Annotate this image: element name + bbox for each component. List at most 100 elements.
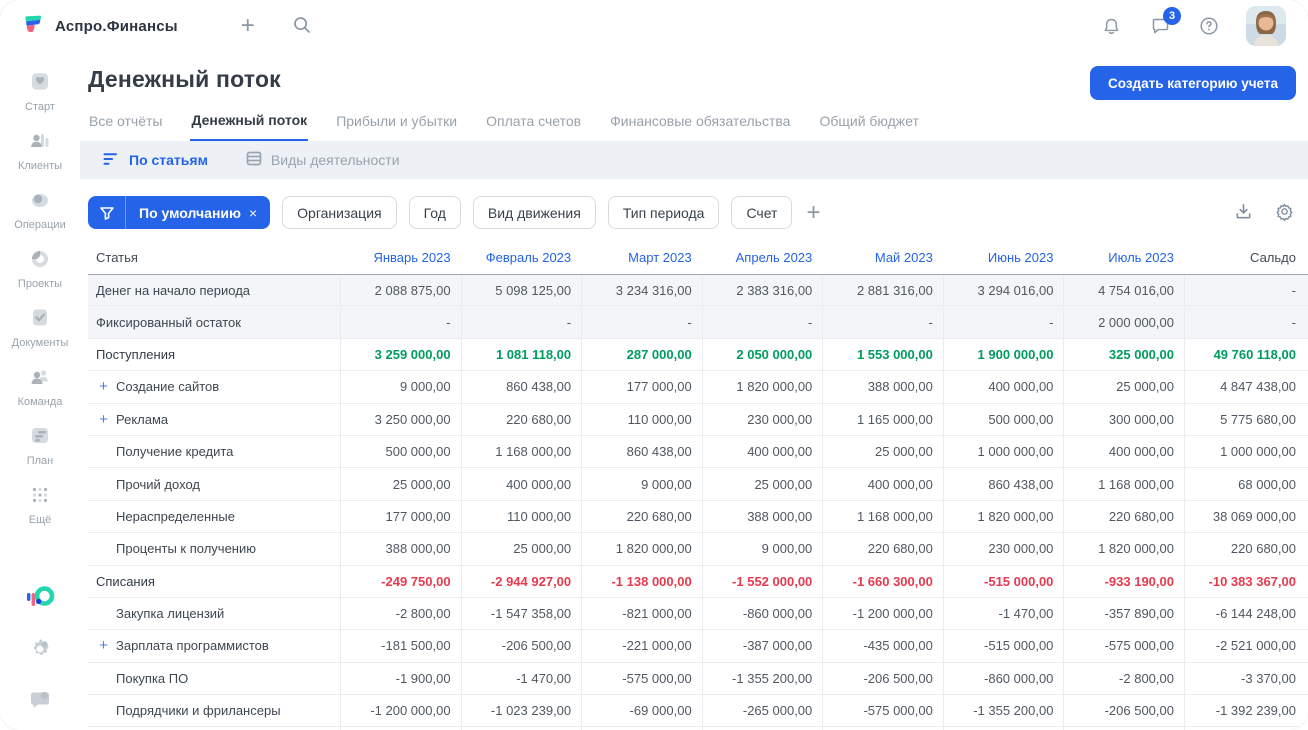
messages-button[interactable]: 3 [1148, 7, 1181, 38]
month-value-cell: 1 165 000,00 [822, 403, 943, 435]
projects-icon [28, 247, 52, 274]
expand-plus-icon[interactable]: + [98, 378, 109, 395]
month-value-cell: 1 553 000,00 [822, 338, 943, 371]
expand-plus-icon[interactable]: + [98, 411, 109, 428]
month-value-cell: 177 000,00 [340, 500, 461, 533]
table-row[interactable]: + Создание сайтов 9 000,00 860 438,00 177 00… [88, 371, 1308, 404]
tab-денежный-поток[interactable]: Денежный поток [190, 112, 309, 141]
row-label-cell: + Зарплата программистов [88, 630, 340, 661]
filter-chip-организация[interactable]: Организация [282, 196, 397, 229]
month-value-cell: 300 000,00 [1063, 403, 1184, 435]
month-value-cell: -1 355 200,00 [701, 662, 823, 695]
row-label: Денег на начало периода [96, 282, 251, 298]
quick-create-button[interactable]: + [234, 12, 262, 40]
avatar[interactable] [1246, 6, 1286, 46]
month-value-cell: - [942, 306, 1064, 338]
support-chat-button[interactable] [27, 687, 53, 716]
month-value-cell: 3 259 000,00 [340, 338, 461, 371]
column-header-article: Статья [96, 250, 138, 265]
month-value-cell: 500 000,00 [340, 435, 461, 468]
row-label: Закупка лицензий [116, 606, 225, 622]
table-row[interactable]: Подрядчики и фрилансеры -1 200 000,00 -1 0… [88, 695, 1308, 728]
tab-все-отчёты[interactable]: Все отчёты [88, 112, 163, 141]
sidebar-item-projects[interactable]: Проекты [2, 239, 78, 298]
month-value-cell: 400 000,00 [1063, 435, 1184, 468]
month-value-cell: - [701, 306, 823, 338]
tab-прибыли-и-убытки[interactable]: Прибыли и убытки [335, 112, 458, 141]
table-row[interactable]: Списания -249 750,00 -2 944 927,00 -1 138 0… [88, 565, 1308, 598]
filter-chip-год[interactable]: Год [408, 196, 461, 229]
filter-chip-счет[interactable]: Счет [731, 196, 793, 229]
row-label-cell: Списания [88, 566, 340, 597]
sidebar-item-team[interactable]: Команда [2, 357, 78, 416]
column-header-month: Март 2023 [628, 250, 692, 265]
filter-chip-вид-движения[interactable]: Вид движения [472, 196, 596, 229]
table-row[interactable]: Получение кредита 500 000,00 1 168 000,00 8… [88, 435, 1308, 469]
main-content: Денежный поток Создать категорию учета В… [80, 52, 1308, 730]
month-value-cell: 9 000,00 [581, 468, 702, 500]
table-row[interactable]: Покупка ПО -1 900,00 -1 470,00 -575 000,00-… [88, 662, 1308, 696]
table-row[interactable]: Проценты к получению 388 000,00 25 000,00 1… [88, 533, 1308, 566]
brand[interactable]: Аспро.Финансы [22, 12, 178, 41]
table-row[interactable]: Фиксированный остаток - - - - - -2 000 000,00- [88, 306, 1308, 339]
subtab-по-статьям[interactable]: По статьям [103, 152, 208, 169]
sidebar-item-documents[interactable]: Документы [2, 298, 78, 357]
settings-button[interactable] [27, 636, 53, 665]
sidebar-item-more[interactable]: Ещё [2, 475, 78, 534]
subtab-виды-деятельности[interactable]: Виды деятельности [246, 151, 400, 169]
month-value-cell: 25 000,00 [1063, 371, 1184, 403]
sidebar-item-start[interactable]: Старт [2, 62, 78, 121]
sidebar: Старт Клиенты Операции Проекты Документы Кома… [0, 52, 80, 730]
aspro-flag-logo-icon [22, 12, 46, 41]
filter-clear-icon[interactable]: × [249, 205, 270, 221]
saldo-value-cell: 68 000,00 [1183, 468, 1308, 500]
row-label: Получение кредита [116, 444, 234, 460]
search-button[interactable] [288, 12, 316, 40]
funnel-icon [88, 196, 126, 229]
row-label-cell: Получение кредита [88, 436, 340, 467]
table-row[interactable]: Закупка лицензий -2 800,00 -1 547 358,00 -8… [88, 597, 1308, 631]
month-value-cell: -933 190,00 [1063, 565, 1184, 597]
operations-icon [28, 188, 52, 215]
month-value-cell: 9 000,00 [701, 533, 823, 565]
row-label-cell: Прочий доход [88, 468, 340, 499]
table-row[interactable]: Денег на начало периода 2 088 875,00 5 098… [88, 274, 1308, 307]
table-header: Статья Январь 2023 Февраль 2023 Март 2023 Ап… [88, 241, 1308, 274]
aspro-logo-button[interactable] [25, 585, 55, 614]
month-value-cell: -387 000,00 [701, 630, 823, 662]
table-row[interactable]: Нераспределенные 177 000,00 110 000,00 220 … [88, 500, 1308, 534]
month-value-cell: -1 470,00 [460, 662, 582, 695]
help-button[interactable] [1197, 14, 1221, 38]
add-filter-button[interactable]: + [806, 200, 820, 225]
stack-icon [246, 151, 262, 169]
tab-оплата-счетов[interactable]: Оплата счетов [485, 112, 582, 141]
default-filter-pill[interactable]: По умолчанию × [88, 196, 271, 229]
column-header-month: Июль 2023 [1108, 250, 1174, 265]
sidebar-item-clients[interactable]: Клиенты [2, 121, 78, 180]
table-row[interactable]: Поступления 3 259 000,00 1 081 118,00 287 0… [88, 338, 1308, 372]
month-value-cell: -206 500,00 [1063, 695, 1184, 727]
table-row[interactable]: + Зарплата программистов -181 500,00 -206 5… [88, 630, 1308, 663]
sidebar-item-operations[interactable]: Операции [2, 180, 78, 239]
month-value-cell: -69 000,00 [581, 695, 702, 727]
expand-plus-icon[interactable]: + [98, 637, 109, 654]
create-category-button[interactable]: Создать категорию учета [1090, 66, 1296, 100]
table-row[interactable]: Прочий доход 25 000,00 400 000,00 9 000,00 2… [88, 468, 1308, 501]
month-value-cell: 3 250 000,00 [340, 403, 461, 435]
row-label-cell: Фиксированный остаток [88, 306, 340, 337]
row-label-cell: + Реклама [88, 404, 340, 435]
month-value-cell: 325 000,00 [1063, 338, 1184, 371]
filter-chip-тип-периода[interactable]: Тип периода [607, 196, 720, 229]
sidebar-item-plan[interactable]: План [2, 416, 78, 475]
notifications-button[interactable] [1099, 14, 1123, 38]
table-row[interactable]: + Реклама 3 250 000,00 220 680,00 110 000,00… [88, 403, 1308, 436]
column-header-month: Май 2023 [874, 250, 933, 265]
month-value-cell: -435 000,00 [822, 630, 943, 662]
export-button[interactable] [1234, 202, 1253, 224]
table-settings-button[interactable] [1275, 202, 1294, 224]
tab-финансовые-обязательства[interactable]: Финансовые обязательства [609, 112, 791, 141]
row-label: Реклама [116, 411, 169, 427]
gear-icon [27, 639, 53, 665]
month-value-cell: -1 138 000,00 [581, 565, 702, 597]
tab-общий-бюджет[interactable]: Общий бюджет [818, 112, 919, 141]
